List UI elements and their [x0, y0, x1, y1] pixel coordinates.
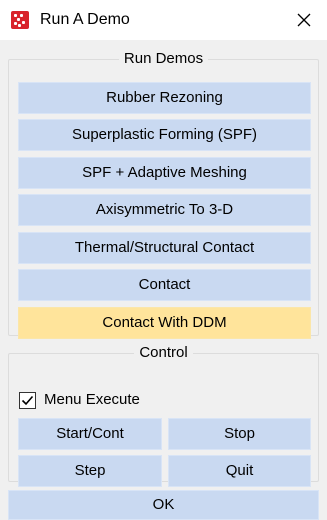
close-button[interactable]	[281, 0, 327, 40]
dialog-body: Run Demos Rubber Rezoning Superplastic F…	[0, 40, 327, 520]
thermal-structural-contact-button[interactable]: Thermal/Structural Contact	[18, 232, 311, 264]
run-demos-legend: Run Demos	[123, 50, 204, 67]
control-legend: Control	[139, 344, 188, 361]
rubber-rezoning-button[interactable]: Rubber Rezoning	[18, 82, 311, 114]
app-logo-icon	[11, 11, 29, 29]
window-title: Run A Demo	[40, 11, 130, 28]
menu-execute-label: Menu Execute	[44, 391, 140, 408]
superplastic-forming-button[interactable]: Superplastic Forming (SPF)	[18, 119, 311, 151]
menu-execute-checkbox[interactable]: Menu Execute	[19, 390, 140, 410]
contact-with-ddm-button[interactable]: Contact With DDM	[18, 307, 311, 339]
step-button[interactable]: Step	[18, 455, 162, 487]
spf-adaptive-meshing-button[interactable]: SPF + Adaptive Meshing	[18, 157, 311, 189]
checkbox-box[interactable]	[19, 391, 36, 409]
quit-button[interactable]: Quit	[168, 455, 311, 487]
axisymmetric-to-3d-button[interactable]: Axisymmetric To 3-D	[18, 194, 311, 226]
control-group: Control Menu Execute Start/Cont Stop Ste…	[8, 344, 319, 487]
title-bar: Run A Demo	[0, 0, 327, 40]
ok-button[interactable]: OK	[8, 490, 319, 520]
stop-button[interactable]: Stop	[168, 418, 311, 450]
run-demos-group: Run Demos Rubber Rezoning Superplastic F…	[8, 50, 319, 339]
start-cont-button[interactable]: Start/Cont	[18, 418, 162, 450]
close-icon	[297, 13, 311, 27]
contact-button[interactable]: Contact	[18, 269, 311, 301]
checkmark-icon	[21, 395, 34, 405]
